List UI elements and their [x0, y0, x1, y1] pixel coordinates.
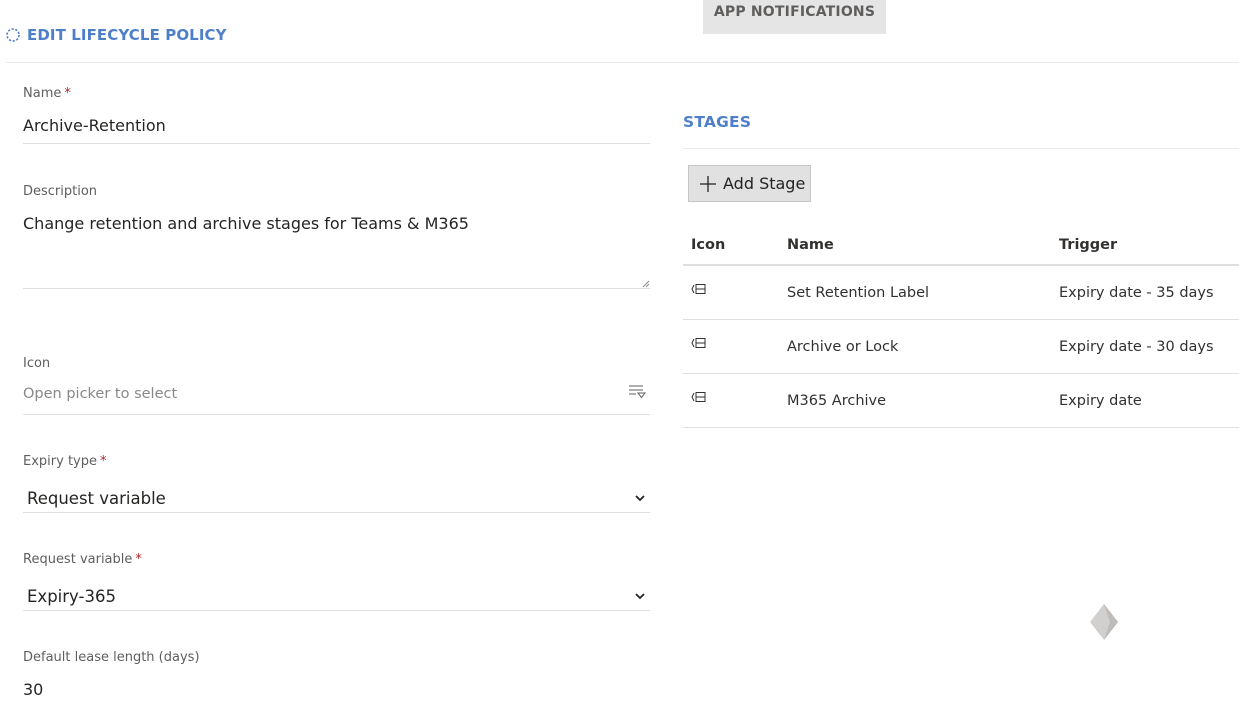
name-label: Name *: [23, 86, 71, 101]
chevron-down-icon: [635, 593, 645, 600]
chevron-down-icon: [635, 495, 645, 502]
description-field: Description Change retention and archive…: [23, 184, 650, 289]
column-header-name[interactable]: Name: [779, 237, 1051, 253]
column-header-trigger[interactable]: Trigger: [1051, 237, 1239, 253]
table-header: Icon Name Trigger: [683, 225, 1239, 266]
stage-name: Set Retention Label: [787, 284, 930, 301]
header-divider: [6, 62, 1239, 63]
stage-name: Archive or Lock: [787, 338, 899, 355]
lease-length-field: Default lease length (days) 30: [23, 650, 650, 699]
table-row[interactable]: M365 Archive Expiry date: [683, 374, 1239, 428]
column-header-icon[interactable]: Icon: [683, 237, 779, 253]
request-variable-field: Request variable * Expiry-365: [23, 552, 650, 611]
expiry-type-value: Request variable: [27, 488, 166, 508]
expiry-type-label: Expiry type *: [23, 454, 107, 469]
lease-length-label: Default lease length (days): [23, 650, 200, 665]
icon-picker-placeholder: Open picker to select: [23, 386, 178, 402]
add-stage-label: Add Stage: [723, 174, 806, 193]
stage-icon: [691, 283, 706, 294]
stage-name: M365 Archive: [787, 392, 887, 409]
app-notifications-button[interactable]: APP NOTIFICATIONS: [703, 0, 886, 34]
table-row[interactable]: Archive or Lock Expiry date - 30 days: [683, 320, 1239, 374]
name-field: Name * Archive-Retention: [23, 86, 650, 144]
description-label: Description: [23, 184, 98, 199]
request-variable-label: Request variable *: [23, 552, 142, 567]
description-textarea[interactable]: Change retention and archive stages for …: [23, 214, 650, 288]
icon-field: Icon Open picker to select: [23, 356, 650, 415]
request-variable-select[interactable]: Expiry-365: [23, 582, 650, 610]
resize-handle-icon[interactable]: [642, 280, 650, 288]
required-marker: *: [135, 552, 142, 567]
icon-picker-input[interactable]: Open picker to select: [23, 385, 650, 414]
stage-trigger: Expiry date - 35 days: [1059, 284, 1214, 301]
name-input[interactable]: Archive-Retention: [23, 116, 650, 143]
page-title: EDIT LIFECYCLE POLICY: [27, 26, 227, 44]
watermark-arrow-icon: [1090, 604, 1118, 640]
stage-icon: [691, 337, 706, 348]
page-header: EDIT LIFECYCLE POLICY: [5, 26, 227, 44]
required-marker: *: [64, 86, 71, 101]
lease-length-input[interactable]: 30: [23, 680, 650, 699]
filter-list-icon[interactable]: [628, 382, 646, 400]
request-variable-value: Expiry-365: [27, 586, 116, 606]
stage-trigger: Expiry date - 30 days: [1059, 338, 1214, 355]
stages-table: Icon Name Trigger Set Retention Label Ex…: [683, 225, 1239, 428]
stages-divider: [683, 148, 1239, 149]
expiry-type-field: Expiry type * Request variable: [23, 454, 650, 513]
stage-icon: [691, 391, 706, 402]
stages-title: STAGES: [683, 113, 752, 131]
stage-trigger: Expiry date: [1059, 392, 1142, 409]
expiry-type-select[interactable]: Request variable: [23, 484, 650, 512]
loading-spinner-icon: [6, 28, 20, 42]
add-stage-button[interactable]: Add Stage: [688, 165, 811, 202]
icon-label: Icon: [23, 356, 51, 371]
plus-icon: [700, 175, 716, 192]
required-marker: *: [99, 454, 107, 469]
table-row[interactable]: Set Retention Label Expiry date - 35 day…: [683, 266, 1239, 320]
